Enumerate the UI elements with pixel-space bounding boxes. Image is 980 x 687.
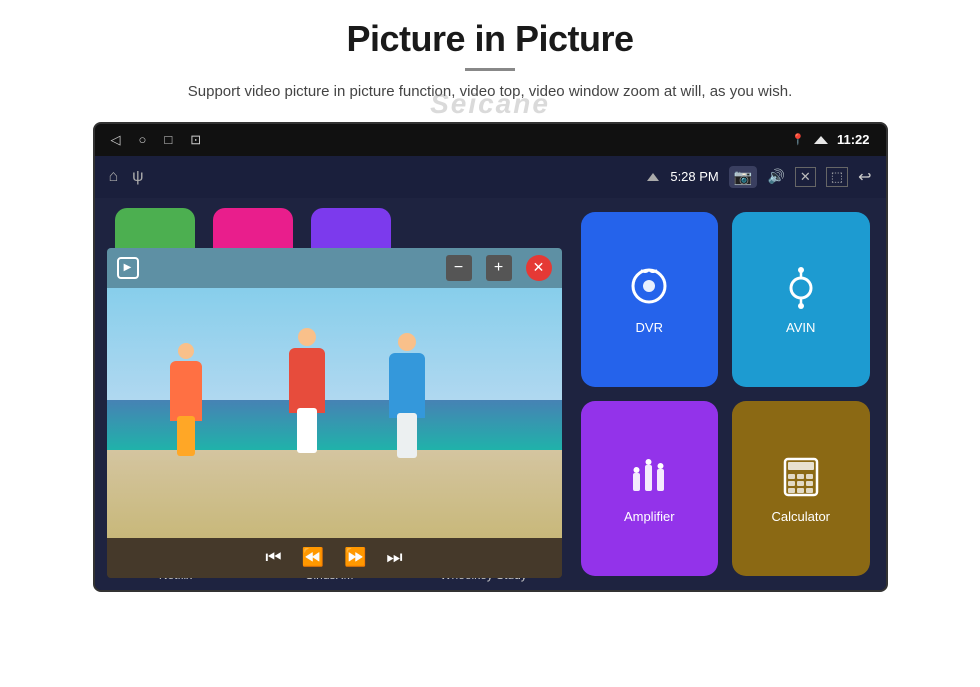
usb-toolbar-icon[interactable]: ψ: [132, 168, 143, 186]
amplifier-svg: [625, 453, 673, 501]
page-subtitle: Support video picture in picture functio…: [188, 81, 792, 104]
title-divider: [465, 68, 515, 71]
calculator-svg: [777, 453, 825, 501]
pip-expand-btn[interactable]: +: [486, 255, 512, 281]
fast-forward-icon[interactable]: ⏩: [344, 547, 366, 568]
avin-label: AVIN: [786, 320, 815, 335]
main-content: ▶ − + ✕: [95, 198, 886, 590]
pip-minimize-btn[interactable]: −: [446, 255, 472, 281]
nav-home-icon[interactable]: ○: [139, 132, 147, 147]
status-bar-right: 📍 11:22: [791, 132, 869, 147]
right-panel: DVR AVIN: [565, 198, 886, 590]
video-content: [107, 288, 562, 538]
video-scene: ▶ − + ✕: [107, 248, 562, 578]
page-wrapper: Picture in Picture Seicane Support video…: [0, 0, 980, 687]
video-controls-bar: ⏮ ⏪ ⏩ ⏭: [107, 538, 562, 578]
camera-toolbar-icon[interactable]: 📷: [729, 166, 758, 188]
nav-screenshot-icon[interactable]: ⊡: [190, 132, 201, 148]
dvr-label: DVR: [636, 320, 663, 335]
left-panel: ▶ − + ✕: [95, 198, 565, 590]
toolbar-time: 5:28 PM: [670, 169, 718, 184]
calculator-label: Calculator: [771, 509, 830, 524]
status-bar-nav: ◁ ○ □ ⊡: [111, 132, 202, 148]
avin-app-icon[interactable]: AVIN: [732, 212, 870, 387]
avin-svg: [777, 264, 825, 312]
window-toolbar-icon[interactable]: ⬚: [826, 167, 848, 187]
prev-track-icon[interactable]: ⏮: [265, 547, 281, 568]
pip-controls: − + ✕: [446, 255, 552, 281]
amplifier-app-icon[interactable]: Amplifier: [581, 401, 719, 576]
page-title: Picture in Picture: [346, 18, 633, 60]
status-bar: ◁ ○ □ ⊡ 📍 11:22: [95, 124, 886, 156]
nav-recents-icon[interactable]: □: [164, 132, 172, 147]
wifi-signal-icon: [813, 134, 829, 146]
close-toolbar-icon[interactable]: ✕: [795, 167, 816, 187]
app-toolbar: ⌂ ψ 5:28 PM 📷 🔊 ✕ ⬚ ↩: [95, 156, 886, 198]
home-toolbar-icon[interactable]: ⌂: [109, 168, 119, 186]
pip-close-btn[interactable]: ✕: [526, 255, 552, 281]
dvr-app-icon[interactable]: DVR: [581, 212, 719, 387]
pip-top-bar: ▶ − + ✕: [107, 248, 562, 288]
status-time: 11:22: [837, 132, 870, 147]
rewind-icon[interactable]: ⏪: [302, 547, 324, 568]
tablet-frame: ◁ ○ □ ⊡ 📍 11:22 ⌂ ψ: [93, 122, 888, 592]
wifi-toolbar-icon: [646, 172, 660, 182]
gps-icon: 📍: [791, 133, 805, 146]
pip-window[interactable]: ▶ − + ✕: [107, 248, 562, 578]
amplifier-label: Amplifier: [624, 509, 675, 524]
volume-toolbar-icon[interactable]: 🔊: [767, 168, 784, 185]
dvr-svg: [625, 264, 673, 312]
back-toolbar-icon[interactable]: ↩: [858, 167, 871, 187]
toolbar-right: 5:28 PM 📷 🔊 ✕ ⬚ ↩: [646, 166, 871, 188]
nav-back-icon[interactable]: ◁: [111, 132, 121, 148]
toolbar-left: ⌂ ψ: [109, 168, 144, 186]
pip-play-icon[interactable]: ▶: [117, 257, 139, 279]
calculator-app-icon[interactable]: Calculator: [732, 401, 870, 576]
next-track-icon[interactable]: ⏭: [386, 547, 402, 568]
